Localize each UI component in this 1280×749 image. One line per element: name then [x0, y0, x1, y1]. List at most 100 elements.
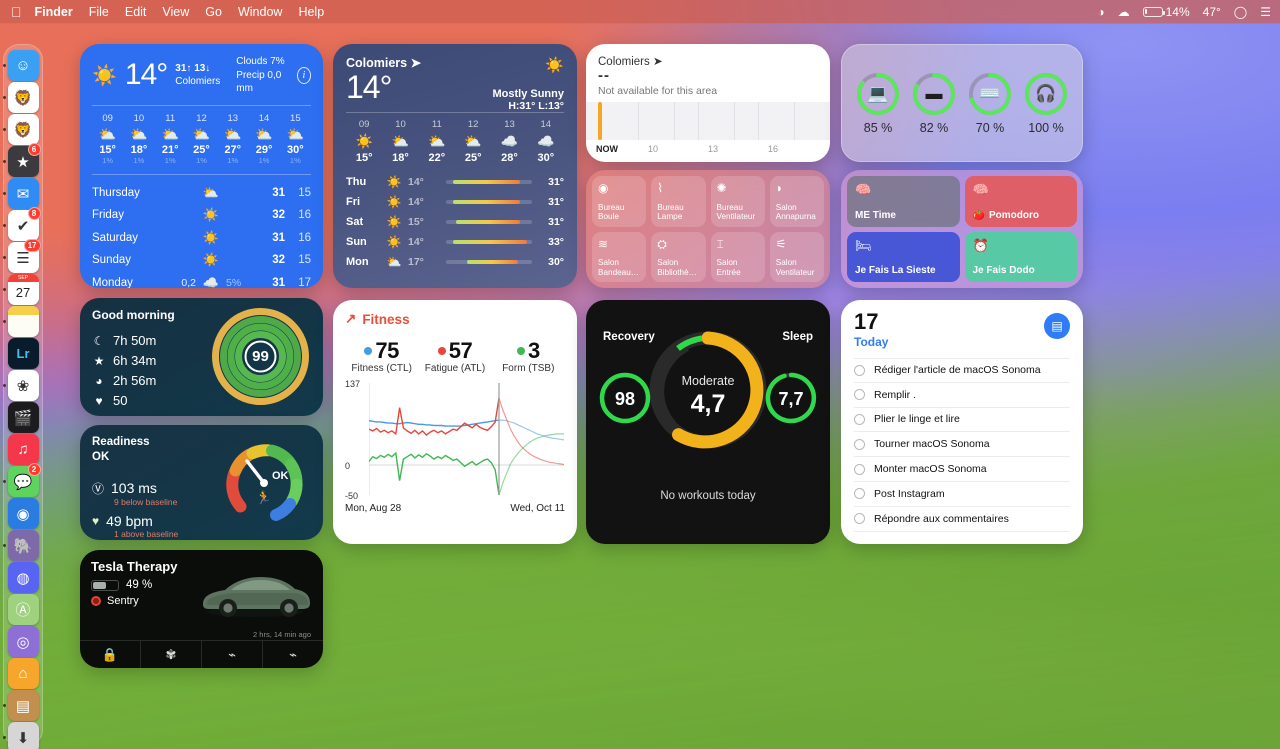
widget-recovery[interactable]: Recovery Sleep Moderate 4,7 98 7,7 No wo… — [586, 300, 830, 544]
menu-item-edit[interactable]: Edit — [125, 5, 147, 19]
frunk-button[interactable]: ⌁ — [202, 641, 263, 668]
dock-item-photos[interactable]: ❀ — [2, 370, 39, 401]
menu-item-help[interactable]: Help — [298, 5, 324, 19]
battery-keyboard[interactable]: ⌨️ 70 % — [965, 72, 1015, 135]
checkbox-circle-icon[interactable] — [854, 463, 865, 475]
dock-item-reminders[interactable]: ☰ 17 — [2, 239, 41, 273]
battery-macbook[interactable]: 💻 85 % — [853, 72, 903, 135]
finder-icon: ☺ — [7, 50, 39, 81]
widget-tesla[interactable]: Tesla Therapy 49 % Sentry 2 hrs, 14 min … — [80, 550, 323, 668]
checkbox-circle-icon[interactable] — [854, 389, 865, 401]
dock-item-brave[interactable]: 🦁 — [2, 82, 39, 113]
dock-item-mail[interactable]: ✉ — [2, 178, 39, 209]
shortcut-button[interactable]: ⏰ Je Fais Dodo — [964, 231, 1077, 282]
dock-item-podcasts[interactable]: ◎ — [7, 626, 39, 657]
menu-item-finder[interactable]: Finder — [35, 5, 73, 19]
dock-item-music[interactable]: ♫ — [7, 434, 39, 465]
dock-item-final-cut-pro[interactable]: 🎬 — [7, 402, 39, 433]
wifi-icon[interactable]: ◯ — [1234, 5, 1247, 19]
checkbox-circle-icon[interactable] — [854, 364, 865, 376]
widget-readiness[interactable]: Readiness OK Ⓥ 103 ms 9 below baseline ♥… — [80, 425, 323, 540]
reminder-item[interactable]: Répondre aux commentaires — [854, 507, 1070, 532]
vpn-icon[interactable]: ◑ — [1097, 5, 1104, 19]
hour-precip: 1% — [164, 155, 176, 165]
info-icon[interactable]: i — [296, 66, 311, 84]
dock-item-finder[interactable]: ☺ — [2, 50, 39, 81]
dock-item-dark-noise[interactable]: ★ 6 — [2, 143, 41, 177]
battery-airpods[interactable]: 🎧 100 % — [1021, 72, 1071, 135]
dock-item-brave-beta[interactable]: 🦁 — [2, 114, 39, 145]
list-icon[interactable]: ▤ — [1044, 313, 1070, 339]
home-button[interactable]: ⛭ Salon Bibliothè… — [651, 231, 706, 282]
widget-batteries[interactable]: 💻 85 % ▬ 82 % ⌨️ 70 % 🎧 100 % — [841, 44, 1083, 162]
home-button[interactable]: ⚟ Salon Ventilateur — [769, 231, 824, 282]
checkbox-circle-icon[interactable] — [854, 413, 865, 425]
dock-item-things[interactable]: ✔ 8 — [2, 207, 41, 241]
forecast-city-label: Colomiers — [346, 56, 408, 70]
lock-button[interactable]: 🔒 — [80, 641, 141, 668]
widget-weather-detail[interactable]: ☀️ 14° 31↑ 13↓ Colomiers Clouds 7% Preci… — [80, 44, 323, 288]
dock-item-maps[interactable]: Ⓐ — [7, 594, 39, 625]
bed-icon: 🛏 — [855, 237, 872, 253]
aq-message: Not available for this area — [598, 85, 718, 97]
reminder-item[interactable]: Post Instagram — [854, 482, 1070, 507]
widget-reminders[interactable]: 17 Today ▤ Rédiger l'article de macOS So… — [841, 300, 1083, 544]
checkbox-circle-icon[interactable] — [854, 488, 865, 500]
widget-shortcuts[interactable]: 🧠 ME Time 🧠 🍅 Pomodoro 🛏 Je Fais La Siest… — [841, 170, 1083, 288]
day-high: 31 — [272, 276, 285, 288]
home-button[interactable]: ◉ Bureau Boule — [592, 176, 647, 227]
dock-item-lightroom[interactable]: Lr — [7, 338, 39, 369]
home-button[interactable]: ✺ Bureau Ventilateur — [710, 176, 765, 227]
dock-item-notes[interactable] — [2, 306, 39, 337]
weather-hour: 14 ⛅ 29° 1% — [248, 113, 279, 165]
reminder-item[interactable]: Monter macOS Sonoma — [854, 457, 1070, 482]
widget-sleep-summary[interactable]: Good morning ☾ 7h 50m ★ 6h 34m ◕ 2h 56m … — [80, 298, 323, 416]
menu-item-go[interactable]: Go — [205, 5, 222, 19]
dock-item-safari[interactable]: ◉ — [7, 498, 39, 529]
fitness-chart: 137 0 -50 — [345, 379, 565, 501]
battery-trackpad[interactable]: ▬ 82 % — [909, 72, 959, 135]
home-button[interactable]: ⌶ Salon Entrée — [710, 231, 765, 282]
reminder-item[interactable]: Plier le linge et lire — [854, 408, 1070, 433]
weather-hour: 11 ⛅ 21° 1% — [155, 113, 186, 165]
widget-weather-forecast[interactable]: Colomiers ➤ 14° ☀️ Mostly Sunny H:31° L:… — [333, 44, 577, 288]
dock[interactable]: ☺🦁🦁★6✉✔8☰17SEP27Lr❀🎬♫💬2◉🐘◍Ⓐ◎⌂▤⬇▾ — [2, 44, 43, 749]
reminder-item[interactable]: Tourner macOS Sonoma — [854, 432, 1070, 458]
dock-item-messages[interactable]: 💬 2 — [2, 463, 41, 497]
sun-icon: ☀️ — [202, 207, 220, 223]
menu-item-view[interactable]: View — [162, 5, 189, 19]
dock-item-folder-docs[interactable]: ▤ — [2, 690, 39, 721]
menu-item-file[interactable]: File — [89, 5, 109, 19]
control-center-icon[interactable]: ☰ — [1260, 5, 1271, 19]
forecast-condition: Mostly Sunny — [492, 88, 564, 100]
shortcut-button[interactable]: 🧠 🍅 Pomodoro — [964, 176, 1077, 227]
shortcut-button[interactable]: 🛏 Je Fais La Sieste — [847, 231, 960, 282]
climate-button[interactable]: ✾ — [141, 641, 202, 668]
dock-item-transmit[interactable]: 🐘 — [2, 530, 39, 561]
hour-temp: 30° — [537, 152, 555, 164]
widget-air-quality[interactable]: Colomiers ➤ -- Not available for this ar… — [586, 44, 830, 162]
reminder-item[interactable]: Rédiger l'article de macOS Sonoma — [854, 358, 1070, 383]
cloud-sync-icon[interactable]: ☁ — [1118, 5, 1130, 19]
reminders-list[interactable]: Rédiger l'article de macOS Sonoma Rempli… — [854, 358, 1070, 532]
reminder-item[interactable]: Remplir . — [854, 383, 1070, 408]
dock-item-calendar[interactable]: SEP 27 — [2, 274, 39, 305]
menu-item-window[interactable]: Window — [238, 5, 282, 19]
home-button[interactable]: ⌇ Bureau Lampe — [651, 176, 706, 227]
checkbox-circle-icon[interactable] — [854, 513, 865, 525]
home-button[interactable]: ≋ Salon Bandeau… — [592, 231, 647, 282]
dock-item-downloads[interactable]: ⬇ — [2, 722, 39, 749]
tesla-action-bar[interactable]: 🔒 ✾ ⌁ ⌁ — [80, 640, 323, 668]
widget-fitness[interactable]: ↗ Fitness 75 Fitness (CTL) 57 Fatigue (A… — [333, 300, 577, 544]
temperature-indicator[interactable]: 47° — [1203, 5, 1221, 19]
shortcut-button[interactable]: 🧠 ME Time — [847, 176, 960, 227]
running-indicator — [2, 160, 6, 163]
dock-item-home[interactable]: ⌂ — [7, 658, 39, 689]
dock-item-discord[interactable]: ◍ — [7, 562, 39, 593]
battery-status[interactable]: 14% — [1142, 5, 1190, 19]
checkbox-circle-icon[interactable] — [854, 438, 865, 450]
apple-menu-icon[interactable]:  — [11, 5, 22, 19]
trunk-button[interactable]: ⌁ — [263, 641, 323, 668]
widget-home-controls[interactable]: ◉ Bureau Boule ⌇ Bureau Lampe ✺ Bureau Vent… — [586, 170, 830, 288]
home-button[interactable]: ◗ Salon Annapurna — [769, 176, 824, 227]
